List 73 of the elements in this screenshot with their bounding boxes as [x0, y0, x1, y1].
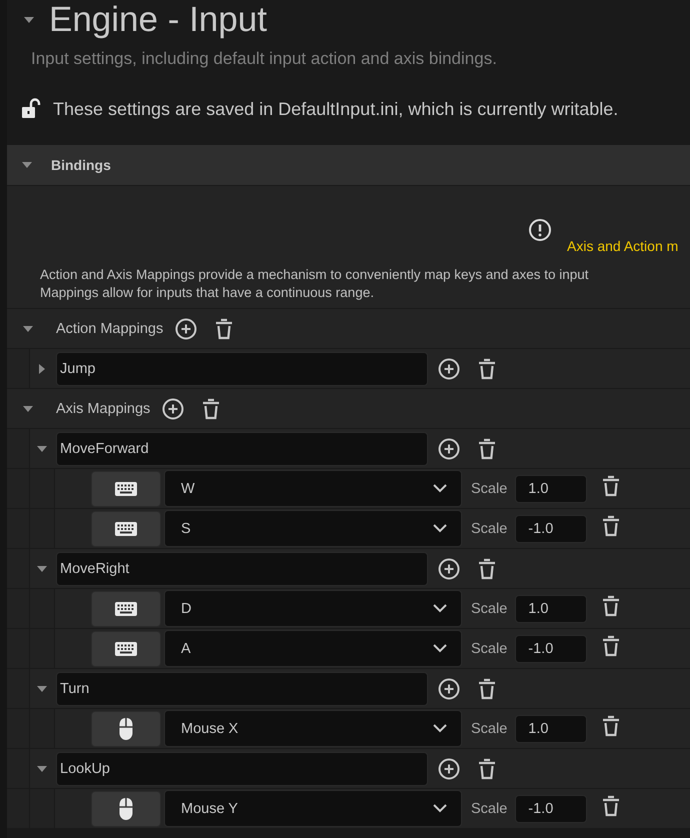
chevron-down-icon	[433, 644, 447, 653]
key-dropdown[interactable]: Mouse Y	[164, 790, 462, 827]
chevron-down-icon	[433, 604, 447, 613]
group-label: Action Mappings	[56, 320, 164, 336]
add-icon[interactable]	[162, 398, 184, 420]
section-title: Bindings	[51, 157, 111, 173]
exclamation-icon	[528, 218, 552, 242]
key-selector-button[interactable]	[91, 630, 161, 666]
scale-field[interactable]: 1.0	[515, 474, 588, 502]
mapping-name-field[interactable]: MoveRight	[56, 552, 428, 586]
scale-label: Scale	[471, 600, 508, 616]
trash-icon[interactable]	[601, 515, 622, 537]
key-selector-button[interactable]	[91, 590, 161, 626]
info-text: Mappings allow for inputs that have a continuous range.	[40, 284, 375, 302]
mapping-name-field[interactable]: Jump	[56, 352, 428, 386]
key-selector-button[interactable]	[91, 510, 161, 546]
trash-icon[interactable]	[601, 595, 622, 617]
mouse-icon	[118, 796, 134, 820]
key-selector-button[interactable]	[91, 790, 161, 826]
key-selector-button[interactable]	[91, 470, 161, 506]
scale-label: Scale	[471, 480, 508, 496]
trash-icon[interactable]	[601, 635, 622, 657]
add-icon[interactable]	[438, 438, 460, 460]
keyboard-icon	[114, 480, 138, 496]
chevron-down-icon	[433, 724, 447, 733]
scale-label: Scale	[471, 800, 508, 816]
key-dropdown[interactable]: W	[164, 470, 462, 507]
unlocked-padlock-icon	[21, 98, 41, 120]
group-label: Axis Mappings	[56, 400, 150, 416]
key-dropdown[interactable]: D	[164, 590, 462, 627]
key-dropdown[interactable]: Mouse X	[164, 710, 462, 747]
trash-icon[interactable]	[477, 438, 497, 460]
chevron-down-icon	[433, 484, 447, 493]
keyboard-icon	[114, 520, 138, 536]
page-title: Engine - Input	[49, 0, 267, 40]
info-text: Action and Axis Mappings provide a mechanism to conveniently map keys and axes to input	[40, 266, 590, 284]
mouse-icon	[118, 716, 134, 740]
add-icon[interactable]	[175, 318, 198, 340]
trash-icon[interactable]	[601, 795, 622, 817]
mapping-name-field[interactable]: LookUp	[56, 752, 428, 786]
trash-icon[interactable]	[214, 318, 234, 340]
trash-icon[interactable]	[477, 558, 497, 580]
key-dropdown[interactable]: A	[164, 630, 462, 667]
trash-icon[interactable]	[477, 358, 497, 380]
scale-field[interactable]: -1.0	[515, 634, 588, 662]
config-status-text: These settings are saved in DefaultInput.ini, which is currently writable.	[53, 98, 618, 120]
trash-icon[interactable]	[477, 678, 497, 700]
key-selector-button[interactable]	[91, 710, 161, 746]
add-icon[interactable]	[438, 758, 460, 780]
scale-label: Scale	[471, 720, 508, 736]
scale-label: Scale	[471, 640, 508, 656]
trash-icon[interactable]	[477, 758, 497, 780]
chevron-down-icon	[433, 804, 447, 813]
trash-icon[interactable]	[201, 398, 222, 420]
section-header[interactable]: Bindings	[7, 145, 690, 186]
page-description: Input settings, including default input action and axis bindings.	[30, 48, 498, 70]
scale-field[interactable]: 1.0	[515, 714, 588, 742]
chevron-down-icon	[433, 524, 447, 533]
keyboard-icon	[114, 600, 138, 616]
add-icon[interactable]	[438, 358, 460, 380]
warning-text: Axis and Action m	[567, 238, 678, 254]
trash-icon[interactable]	[601, 715, 622, 737]
add-icon[interactable]	[438, 678, 460, 700]
mapping-name-field[interactable]: Turn	[56, 672, 428, 706]
keyboard-icon	[114, 640, 138, 656]
trash-icon[interactable]	[601, 475, 622, 497]
scale-field[interactable]: -1.0	[515, 514, 588, 542]
key-dropdown[interactable]: S	[164, 510, 462, 547]
scale-label: Scale	[471, 520, 508, 536]
scale-field[interactable]: 1.0	[515, 594, 588, 622]
scale-field[interactable]: -1.0	[515, 794, 588, 822]
mapping-name-field[interactable]: MoveForward	[56, 432, 428, 466]
add-icon[interactable]	[438, 558, 460, 580]
